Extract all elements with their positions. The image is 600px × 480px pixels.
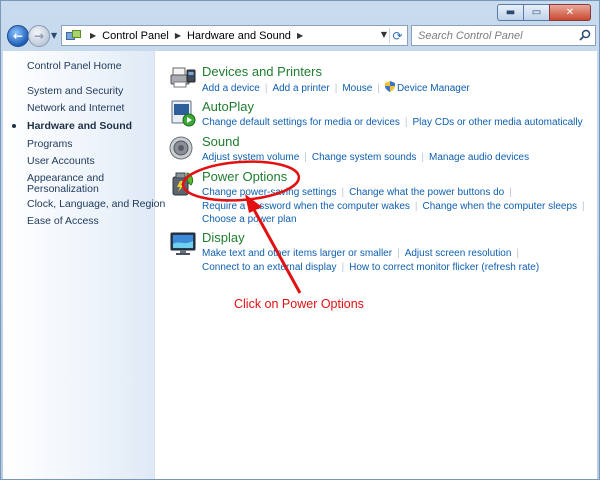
sidebar-item-hardware-and-sound: Hardware and Sound: [27, 120, 133, 132]
category-links: Change default settings for media or dev…: [202, 117, 583, 128]
control-panel-icon: [66, 29, 82, 42]
breadcrumb-control-panel[interactable]: Control Panel: [102, 30, 169, 42]
back-button[interactable]: ←: [7, 25, 29, 47]
link-require-password-on-wake[interactable]: Require a password when the computer wak…: [202, 201, 410, 212]
category-links: Adjust system volume | Change system sound…: [202, 152, 530, 163]
monitor-icon: [170, 232, 196, 255]
breadcrumb-hardware-and-sound[interactable]: Hardware and Sound: [187, 30, 291, 42]
maximize-button[interactable]: ▭: [523, 4, 549, 21]
breadcrumb-chevron-icon[interactable]: ▶: [175, 31, 181, 40]
sidebar-item-programs[interactable]: Programs: [27, 138, 73, 150]
link-make-text-larger[interactable]: Make text and other items larger or smal…: [202, 248, 392, 259]
sidebar-item-user-accounts[interactable]: User Accounts: [27, 155, 95, 167]
link-change-power-buttons[interactable]: Change what the power buttons do: [349, 187, 504, 198]
link-choose-power-plan[interactable]: Choose a power plan: [202, 214, 297, 225]
search-icon[interactable]: [579, 29, 591, 41]
category-links: Add a device | Add a printer | Mouse | Device …: [202, 81, 470, 94]
sidebar-item-network-and-internet[interactable]: Network and Internet: [27, 102, 124, 114]
link-change-system-sounds[interactable]: Change system sounds: [312, 152, 417, 163]
breadcrumb-chevron-icon[interactable]: ▶: [90, 31, 96, 40]
sidebar-item-ease-of-access[interactable]: Ease of Access: [27, 215, 99, 227]
link-manage-audio-devices[interactable]: Manage audio devices: [429, 152, 529, 163]
category-links: Change power-saving settings | Change what…: [202, 187, 585, 225]
category-title[interactable]: Sound: [202, 134, 240, 149]
category-links: Make text and other items larger or smal…: [202, 248, 540, 273]
sidebar-item-control-panel-home[interactable]: Control Panel Home: [27, 60, 122, 72]
refresh-icon[interactable]: ⟳: [389, 28, 405, 43]
category-title[interactable]: Power Options: [202, 169, 287, 184]
link-connect-external-display[interactable]: Connect to an external display: [202, 262, 337, 273]
breadcrumb: ▶ Control Panel ▶ Hardware and Sound ▶: [84, 30, 309, 42]
main-panel: Devices and Printers Add a device | Add a …: [155, 51, 597, 479]
category-title[interactable]: Devices and Printers: [202, 64, 322, 79]
link-adjust-system-volume[interactable]: Adjust system volume: [202, 152, 299, 163]
minimize-button[interactable]: ▬: [497, 4, 523, 21]
link-play-cds-automatically[interactable]: Play CDs or other media automatically: [413, 117, 583, 128]
power-icon: [172, 172, 194, 196]
sidebar: Control Panel Home System and Security N…: [3, 51, 165, 479]
close-button[interactable]: ✕: [549, 4, 591, 21]
arrow-right-icon: →: [33, 29, 45, 43]
printer-icon: [170, 67, 196, 88]
link-change-default-media-settings[interactable]: Change default settings for media or dev…: [202, 117, 400, 128]
speaker-icon: [169, 136, 193, 160]
sidebar-item-system-and-security[interactable]: System and Security: [27, 85, 123, 97]
link-add-printer[interactable]: Add a printer: [272, 83, 329, 94]
link-change-sleep-time[interactable]: Change when the computer sleeps: [423, 201, 578, 212]
category-title[interactable]: Display: [202, 230, 245, 245]
address-bar[interactable]: ▶ Control Panel ▶ Hardware and Sound ▶ ▼…: [61, 25, 408, 46]
window-controls: ▬ ▭ ✕: [497, 4, 591, 21]
arrow-left-icon: ←: [12, 29, 24, 43]
link-add-device[interactable]: Add a device: [202, 83, 260, 94]
link-device-manager[interactable]: Device Manager: [397, 83, 470, 94]
link-monitor-flicker[interactable]: How to correct monitor flicker (refresh …: [349, 262, 539, 273]
search-input[interactable]: [412, 26, 572, 45]
sidebar-item-clock-language-region[interactable]: Clock, Language, and Region: [27, 198, 165, 210]
category-title[interactable]: AutoPlay: [202, 99, 254, 114]
search-box[interactable]: [411, 25, 596, 46]
title-bar: ▬ ▭ ✕: [1, 1, 599, 23]
recent-pages-dropdown-icon[interactable]: ▼: [51, 31, 57, 40]
autoplay-icon: [171, 100, 196, 127]
link-adjust-screen-resolution[interactable]: Adjust screen resolution: [405, 248, 512, 259]
breadcrumb-chevron-icon[interactable]: ▶: [297, 31, 303, 40]
shield-icon: [384, 81, 395, 92]
forward-button[interactable]: →: [28, 25, 50, 47]
address-dropdown-icon[interactable]: ▼: [381, 30, 387, 39]
navigation-bar: ← → ▼ ▶ Control Panel ▶ Hardware and Sou…: [1, 23, 599, 49]
link-mouse[interactable]: Mouse: [342, 83, 372, 94]
current-page-bullet: [12, 124, 16, 128]
sidebar-item-personalization[interactable]: Personalization: [27, 183, 99, 195]
annotation-text: Click on Power Options: [234, 297, 364, 311]
link-change-power-saving-settings[interactable]: Change power-saving settings: [202, 187, 337, 198]
content-area: Control Panel Home System and Security N…: [3, 51, 597, 479]
control-panel-window: ▬ ▭ ✕ ← → ▼ ▶ Control Panel ▶ Hardware a…: [0, 0, 600, 480]
